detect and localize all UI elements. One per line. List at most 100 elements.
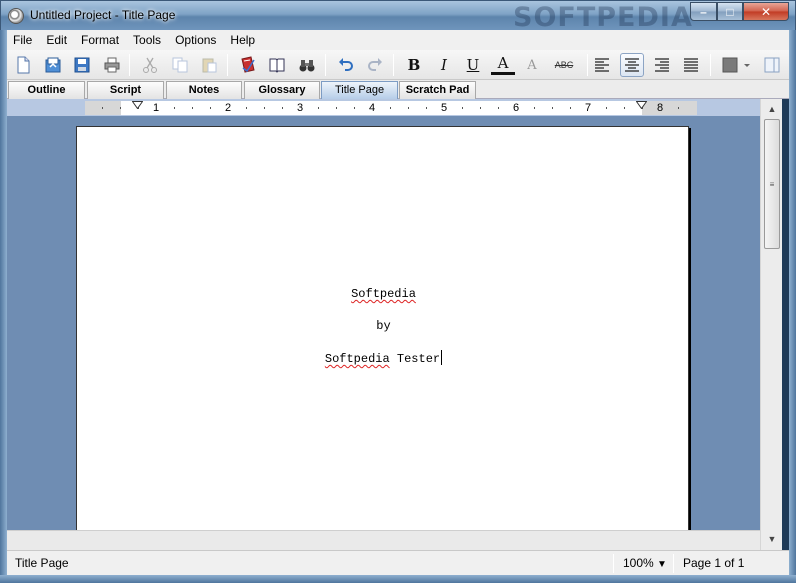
justify-button[interactable] xyxy=(679,53,703,77)
align-left-button[interactable] xyxy=(590,53,614,77)
vertical-scrollbar[interactable]: ▲ ≡ ▼ xyxy=(760,99,782,550)
ruler[interactable]: 1 2 3 4 5 6 7 8 xyxy=(85,101,697,115)
tab-scratch-pad[interactable]: Scratch Pad xyxy=(399,81,476,99)
title-text: Softpedia xyxy=(351,287,416,301)
maximize-button[interactable]: □ xyxy=(717,2,743,21)
align-right-icon xyxy=(655,58,669,72)
ruler-tick xyxy=(120,107,121,109)
ruler-tick xyxy=(480,107,481,109)
align-center-button[interactable] xyxy=(620,53,644,77)
menu-file[interactable]: File xyxy=(7,30,39,50)
minimize-button[interactable]: – xyxy=(690,2,717,21)
menu-help[interactable]: Help xyxy=(223,30,262,50)
font-color-button[interactable]: A xyxy=(491,53,515,75)
cut-button[interactable] xyxy=(138,53,162,77)
ruler-right-margin xyxy=(642,101,697,115)
zoom-dropdown[interactable]: 100% ▼ xyxy=(623,556,667,570)
menu-bar: File Edit Format Tools Options Help xyxy=(7,30,789,50)
page-indicator: Page 1 of 1 xyxy=(683,556,745,570)
redo-button[interactable] xyxy=(363,53,387,77)
panel-toggle-button[interactable] xyxy=(760,53,784,77)
strikethrough-button[interactable]: ABC xyxy=(552,53,576,77)
toolbar-separator xyxy=(129,54,130,76)
close-button[interactable]: ✕ xyxy=(743,2,789,21)
scroll-up-arrow[interactable]: ▲ xyxy=(764,101,780,117)
undo-icon xyxy=(339,58,353,71)
justify-icon xyxy=(684,58,698,72)
arrow-up-icon: ▲ xyxy=(767,104,777,114)
misspelled-word: Softpedia xyxy=(324,352,390,366)
ruler-tick xyxy=(678,107,679,109)
view-tab-bar: Outline Script Notes Glossary Title Page… xyxy=(7,80,789,99)
bold-button[interactable]: B xyxy=(402,53,426,77)
ruler-number: 1 xyxy=(153,102,160,114)
menu-options[interactable]: Options xyxy=(168,30,223,50)
spellcheck-button[interactable] xyxy=(236,53,260,77)
minimize-icon: – xyxy=(700,4,707,19)
maximize-icon: □ xyxy=(726,4,734,19)
toolbar-separator xyxy=(325,54,326,76)
ruler-tick xyxy=(552,107,553,109)
ruler-tick xyxy=(498,107,499,109)
app-icon[interactable] xyxy=(8,8,24,24)
document-area[interactable]: Softpedia by Softpedia Tester xyxy=(7,116,760,530)
ruler-number: 3 xyxy=(297,102,304,114)
ruler-tick xyxy=(246,107,247,109)
tab-title-page[interactable]: Title Page xyxy=(321,81,398,99)
tab-script[interactable]: Script xyxy=(87,81,164,99)
menu-edit[interactable]: Edit xyxy=(39,30,74,50)
underline-button[interactable]: U xyxy=(461,53,485,77)
italic-icon: I xyxy=(441,56,447,74)
ruler-tick xyxy=(624,107,625,109)
document-page[interactable]: Softpedia by Softpedia Tester xyxy=(76,126,689,530)
scroll-down-arrow[interactable]: ▼ xyxy=(764,531,780,547)
scroll-thumb[interactable]: ≡ xyxy=(764,119,780,249)
chevron-down-icon: ▼ xyxy=(657,559,667,570)
print-icon xyxy=(104,57,120,73)
ruler-number: 5 xyxy=(441,102,448,114)
copy-button[interactable] xyxy=(168,53,192,77)
right-indent-marker-icon[interactable] xyxy=(636,101,647,109)
ruler-number: 2 xyxy=(225,102,232,114)
author-line[interactable]: Softpedia Tester xyxy=(77,350,690,366)
open-button[interactable] xyxy=(41,53,65,77)
copy-icon xyxy=(172,57,188,73)
ruler-tick xyxy=(282,107,283,109)
window-frame-bottom xyxy=(0,575,796,583)
italic-button[interactable]: I xyxy=(432,53,456,77)
ruler-tick xyxy=(336,107,337,109)
color-dropdown-button[interactable] xyxy=(719,53,753,77)
open-file-icon xyxy=(45,57,61,73)
menu-format[interactable]: Format xyxy=(74,30,126,50)
status-separator xyxy=(613,554,614,573)
paste-button[interactable] xyxy=(197,53,221,77)
print-button[interactable] xyxy=(100,53,124,77)
ruler-tick xyxy=(174,107,175,109)
by-line[interactable]: by xyxy=(77,319,690,333)
find-button[interactable] xyxy=(295,53,319,77)
title-bar[interactable]: Untitled Project - Title Page SOFTPEDIA … xyxy=(0,0,796,33)
cut-icon xyxy=(143,57,157,73)
new-button[interactable] xyxy=(11,53,35,77)
font-color-icon: A xyxy=(497,53,509,72)
tab-glossary[interactable]: Glossary xyxy=(244,81,320,99)
tab-outline[interactable]: Outline xyxy=(8,81,85,99)
align-right-button[interactable] xyxy=(650,53,674,77)
undo-button[interactable] xyxy=(334,53,358,77)
status-bar: Title Page 100% ▼ Page 1 of 1 xyxy=(7,550,789,575)
title-line[interactable]: Softpedia xyxy=(77,287,690,301)
ruler-tick xyxy=(390,107,391,109)
redo-icon xyxy=(368,58,382,71)
dictionary-button[interactable] xyxy=(265,53,289,77)
toolbar-separator xyxy=(393,54,394,76)
watermark-logo: SOFTPEDIA xyxy=(513,2,693,33)
status-mode: Title Page xyxy=(15,556,69,570)
ruler-tick xyxy=(462,107,463,109)
ruler-tick xyxy=(426,107,427,109)
menu-tools[interactable]: Tools xyxy=(126,30,168,50)
tab-notes[interactable]: Notes xyxy=(166,81,242,99)
save-button[interactable] xyxy=(70,53,94,77)
align-center-icon xyxy=(625,58,639,72)
clear-format-button[interactable]: A xyxy=(520,53,544,77)
left-indent-marker-icon[interactable] xyxy=(132,101,143,109)
